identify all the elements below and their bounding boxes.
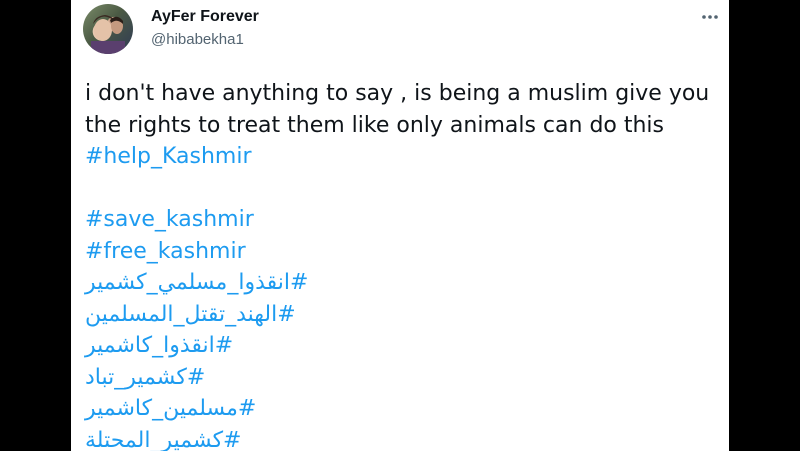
hashtag-link[interactable]: #الهند_تقتل_المسلمين xyxy=(85,299,725,331)
tweet-text: i don't have anything to say , is being … xyxy=(85,78,725,451)
tweet-body-line: i don't have anything to say , is being … xyxy=(85,81,710,106)
more-horizontal-icon xyxy=(702,15,718,19)
author-avatar[interactable] xyxy=(83,4,133,54)
author-display-name[interactable]: AyFer Forever xyxy=(151,8,259,26)
hashtag-text: #الهند_تقتل_المسلمين xyxy=(85,301,296,327)
hashtag-text: #كشمير_المحتلة xyxy=(85,427,242,451)
hashtag-link[interactable]: #انقذوا_كاشمير xyxy=(85,330,725,362)
tweet-card: AyFer Forever @hibabekha1 i don't have a… xyxy=(71,0,729,451)
hashtag-link[interactable]: #انقذوا_مسلمي_كشمير xyxy=(85,267,725,299)
hashtag-text: #انقذوا_مسلمي_كشمير xyxy=(85,270,309,295)
hashtag-text: #كشمير_تباد xyxy=(85,364,206,390)
avatar-photo-icon xyxy=(91,15,125,54)
hashtag-link[interactable]: #save_kashmir xyxy=(85,204,725,236)
hashtag-link[interactable]: #free_kashmir xyxy=(85,236,725,268)
hashtag-text: #مسلمين_كاشمير xyxy=(85,396,257,421)
hashtag-link[interactable]: #help_Kashmir xyxy=(85,141,725,173)
hashtag-text: #انقذوا_كاشمير xyxy=(85,333,234,358)
hashtag-link[interactable]: #مسلمين_كاشمير xyxy=(85,393,725,425)
hashtag-link[interactable]: #كشمير_تباد xyxy=(85,362,725,394)
author-handle[interactable]: @hibabekha1 xyxy=(151,31,244,48)
more-options-icon[interactable] xyxy=(699,6,721,28)
hashtag-link[interactable]: #كشمير_المحتلة xyxy=(85,425,725,451)
tweet-body-line: the rights to treat them like only anima… xyxy=(85,112,665,138)
